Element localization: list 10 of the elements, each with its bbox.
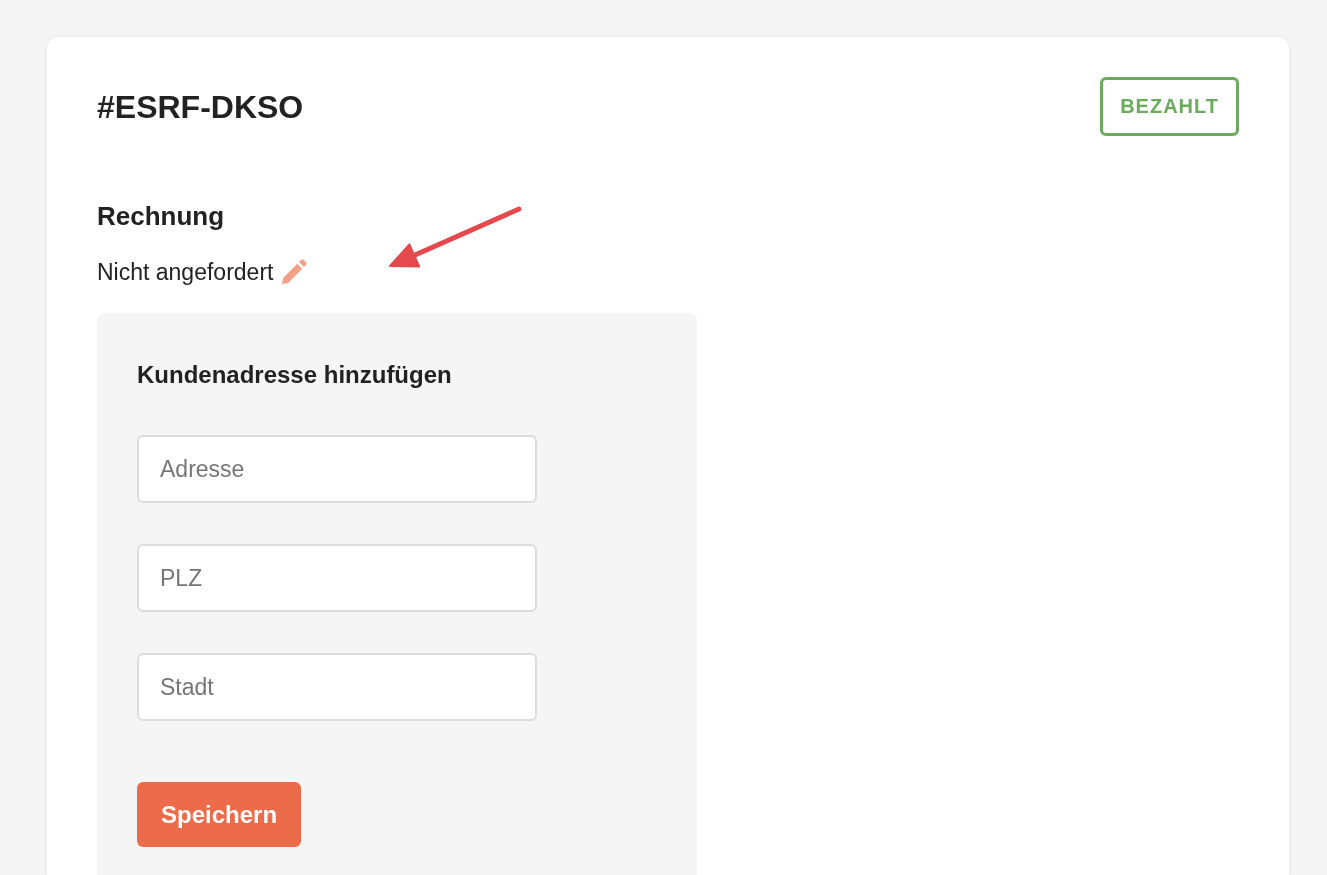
invoice-status: Nicht angefordert [97,258,274,287]
save-button[interactable]: Speichern [137,782,302,847]
input-field[interactable]: PLZ [137,544,537,612]
status-badge: BEZAHLT [1100,77,1239,136]
input-field[interactable]: Adresse [137,435,537,503]
order-number: #ESRF-DKSO [97,87,304,127]
pencil-icon[interactable] [279,257,310,287]
input-field[interactable]: Stadt [137,653,537,721]
section-heading: Rechnung [97,200,225,232]
form-heading: Kundenadresse hinzufügen [137,360,452,390]
